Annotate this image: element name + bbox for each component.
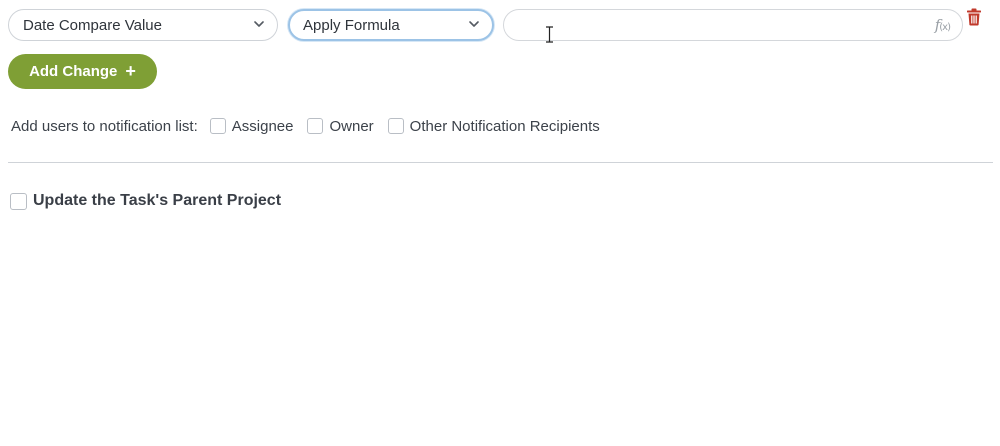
add-change-button[interactable]: Add Change + (8, 54, 157, 89)
assignee-checkbox[interactable] (209, 118, 226, 134)
update-parent-project-option[interactable]: Update the Task's Parent Project (10, 192, 281, 210)
owner-checkbox[interactable] (307, 118, 324, 134)
operation-select[interactable]: Apply Formula (288, 9, 494, 41)
assignee-checkbox-option[interactable]: Assignee (209, 117, 294, 135)
update-parent-project-checkbox[interactable] (10, 192, 27, 210)
change-rule-row: Date Compare Value Apply Formula f(x) (8, 9, 992, 43)
owner-label: Owner (329, 117, 374, 135)
assignee-label: Assignee (231, 117, 294, 135)
formula-input[interactable] (518, 15, 922, 37)
chevron-down-icon (254, 21, 264, 27)
formula-input-box[interactable]: f(x) (503, 9, 963, 41)
field-select[interactable]: Date Compare Value (8, 9, 278, 41)
plus-icon: + (125, 60, 136, 81)
notification-list-label: Add users to notification list: (11, 117, 198, 135)
add-change-label: Add Change (29, 63, 118, 80)
function-sub: (x) (939, 22, 951, 33)
section-divider (8, 162, 993, 163)
update-parent-project-label: Update the Task's Parent Project (33, 192, 282, 209)
operation-select-value: Apply Formula (303, 16, 400, 34)
function-icon[interactable]: f(x) (935, 16, 951, 34)
field-select-value: Date Compare Value (23, 16, 162, 34)
notification-list-row: Add users to notification list: Assignee… (11, 117, 614, 135)
owner-checkbox-option[interactable]: Owner (307, 117, 374, 135)
text-cursor-icon (546, 26, 553, 43)
chevron-down-icon (469, 21, 479, 27)
other-recipients-checkbox-option[interactable]: Other Notification Recipients (387, 117, 600, 135)
other-recipients-label: Other Notification Recipients (409, 117, 600, 135)
other-recipients-checkbox[interactable] (387, 118, 404, 134)
trash-icon[interactable] (966, 8, 982, 26)
